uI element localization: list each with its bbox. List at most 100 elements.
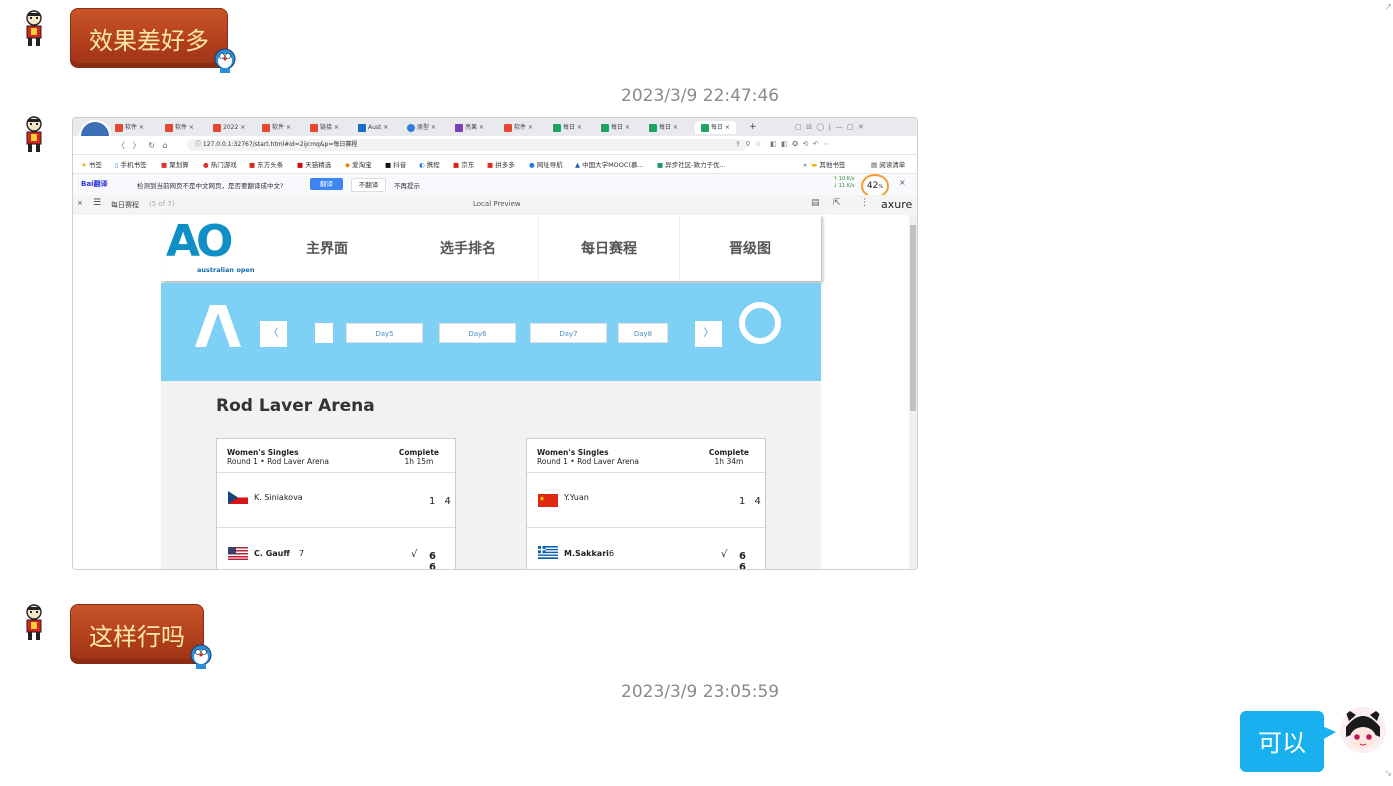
bookmark-item[interactable]: ■ 东方头条 xyxy=(249,159,283,169)
bookmark-item[interactable]: ▲ 中国大学MOOC(慕... xyxy=(575,159,644,169)
bookmark-item[interactable]: ◆ 爱淘宝 xyxy=(345,159,372,169)
nav-bracket[interactable]: 晋级图 xyxy=(729,238,771,258)
bookmark-item[interactable]: » ▬ 其他书签 xyxy=(803,159,845,169)
nav-buttons-icon[interactable]: 〈 〉 ↻ ⌂ xyxy=(117,140,168,151)
bookmark-item[interactable]: ★ 书签 xyxy=(81,159,102,169)
csdn-icon xyxy=(115,123,123,132)
player-seed: 7 xyxy=(299,549,305,558)
match-duration: 1h 15m xyxy=(404,457,434,466)
translate-button[interactable]: 翻译 xyxy=(310,178,343,190)
bookmark-item[interactable]: ● 热门游戏 xyxy=(203,159,237,169)
bookmark-item[interactable]: ● 网址导航 xyxy=(529,159,563,169)
day-button[interactable]: Day8 xyxy=(618,323,668,343)
match-card[interactable]: Women's Singles Round 1 • Rod Laver Arena… xyxy=(216,438,456,570)
bookmark-item[interactable]: ■ 抖音 xyxy=(385,159,406,169)
match-event: Women's Singles xyxy=(537,448,609,457)
player-score: 6 6 xyxy=(429,551,439,570)
translate-bar: Bai翻译 检测到当前网页不是中文网页，是否要翻译成中文? 翻译 不翻译 不再提… xyxy=(73,174,917,198)
menu-icon[interactable]: ☰ xyxy=(93,198,101,208)
no-translate-button[interactable]: 不翻译 xyxy=(351,178,386,192)
share-icon[interactable]: ⇱ xyxy=(833,198,841,208)
prev-day-button[interactable]: 〈 xyxy=(260,321,287,347)
player-score: 1 4 xyxy=(739,496,764,507)
screenshot-image-message[interactable]: 软件 × 软件 × 2022 × 软件 × 链接 × Aust × 原型 × 亮… xyxy=(72,117,918,570)
bookmark-item[interactable]: ◐ 携程 xyxy=(419,159,440,169)
browser-tab[interactable]: 软件 × xyxy=(262,121,291,134)
baidu-translate-logo: Bai翻译 xyxy=(81,180,108,188)
browser-tab[interactable]: 亮果 × xyxy=(455,121,484,134)
ao-logo-subtitle: australian open xyxy=(197,266,255,274)
bookmark-item[interactable]: ■ 拼多多 xyxy=(487,159,515,169)
close-icon[interactable]: × xyxy=(899,178,906,187)
message-bubble[interactable]: 效果差好多 xyxy=(70,8,228,68)
next-day-button[interactable]: 〉 xyxy=(695,321,722,347)
usa-flag-icon xyxy=(228,547,248,560)
browser-tab[interactable]: 2022 × xyxy=(213,121,245,134)
browser-tab[interactable]: 链接 × xyxy=(310,121,339,134)
csdn-icon xyxy=(310,123,318,132)
my-message-bubble[interactable]: 可以 xyxy=(1240,711,1324,772)
browser-tab[interactable]: 软件 × xyxy=(115,121,144,134)
sender-avatar[interactable] xyxy=(23,604,45,642)
bookmark-item[interactable]: ■ 异步社区-致力于优... xyxy=(657,159,726,169)
close-sidebar-icon[interactable]: × xyxy=(77,199,83,207)
scroll-down-icon[interactable]: ↘ xyxy=(1384,768,1392,779)
browser-tab[interactable]: 每日 × xyxy=(601,121,630,134)
browser-tab[interactable]: 软件 × xyxy=(165,121,194,134)
notes-icon[interactable]: ▤ xyxy=(811,198,820,208)
axure-page-count: (5 of 7) xyxy=(149,200,175,208)
bookmark-item[interactable]: ▯ 手机书签 xyxy=(115,159,147,169)
bookmark-item[interactable]: ▤ 阅读清单 xyxy=(871,159,905,169)
nav-rankings[interactable]: 选手排名 xyxy=(440,238,496,258)
my-avatar[interactable] xyxy=(1340,707,1386,753)
scrollbar-thumb[interactable] xyxy=(910,225,916,411)
ao-logo[interactable]: AO xyxy=(166,219,233,265)
bookmark-item[interactable]: ■ 天猫精选 xyxy=(297,159,331,169)
browser-tab[interactable]: 软件 × xyxy=(504,121,533,134)
window-controls-icon[interactable]: ▢ ⊟ ◯ | — ▢ ✕ xyxy=(795,121,864,134)
axure-page-icon xyxy=(701,123,709,132)
ao-o-shape-icon xyxy=(739,302,781,344)
day-button[interactable]: Day6 xyxy=(439,323,516,343)
more-icon[interactable]: ⋮ xyxy=(860,198,869,208)
message-bubble[interactable]: 这样行吗 xyxy=(70,604,204,664)
sender-avatar[interactable] xyxy=(23,116,45,154)
match-duration: 1h 34m xyxy=(714,457,744,466)
sender-avatar[interactable] xyxy=(23,10,45,48)
winner-check: √ xyxy=(721,549,731,560)
csdn-icon xyxy=(262,123,270,132)
day-button[interactable]: Day7 xyxy=(530,323,607,343)
browser-tab[interactable]: Aust × xyxy=(358,121,388,134)
bookmark-item[interactable]: ■ 聚划算 xyxy=(161,159,189,169)
site-header: AO australian open 主界面 选手排名 每日赛程 晋级图 xyxy=(161,215,821,281)
csdn-icon xyxy=(213,123,221,132)
never-show-button[interactable]: 不再提示 xyxy=(394,180,420,190)
axure-page-icon xyxy=(601,123,609,132)
nav-home[interactable]: 主界面 xyxy=(306,238,348,258)
scroll-up-icon[interactable]: ↗ xyxy=(1384,2,1392,13)
anime-character-icon xyxy=(1340,707,1386,753)
address-actions-icon[interactable]: ⇪ ⚲ ☆ ◧ ◧ ✪ ⟲ ↶ ⋯ xyxy=(735,140,830,148)
arena-title: Rod Laver Arena xyxy=(216,396,375,416)
browser-tab-strip: 软件 × 软件 × 2022 × 软件 × 链接 × Aust × 原型 × 亮… xyxy=(73,118,917,152)
csdn-icon xyxy=(165,123,173,132)
day-button[interactable]: Day5 xyxy=(346,323,423,343)
match-round: Round 1 • Rod Laver Arena xyxy=(227,457,329,466)
nav-schedule[interactable]: 每日赛程 xyxy=(581,238,637,258)
url-input[interactable]: ⓘ 127.0.0.1:32767/start.html#id=2ijcmq&p… xyxy=(187,139,747,151)
browser-tab[interactable]: 每日 × xyxy=(649,121,678,134)
axure-page-name: 每日赛程 xyxy=(111,201,139,209)
scrollbar-track[interactable] xyxy=(909,215,917,569)
match-status: Complete xyxy=(708,448,749,457)
browser-tab[interactable]: 每日 × xyxy=(553,121,582,134)
bookmark-item[interactable]: ■ 京东 xyxy=(453,159,474,169)
player-name: K. Siniakova xyxy=(254,493,303,502)
match-card[interactable]: Women's Singles Round 1 • Rod Laver Arena… xyxy=(526,438,766,569)
browser-tab-active[interactable]: 每日 × xyxy=(695,121,736,134)
player-name: M.Sakkari xyxy=(564,549,609,558)
browser-tab[interactable]: 原型 × xyxy=(407,121,436,134)
star-icon xyxy=(455,123,463,132)
new-tab-button[interactable]: + xyxy=(749,121,757,134)
day-button-partial[interactable] xyxy=(315,323,333,343)
translate-message: 检测到当前网页不是中文网页，是否要翻译成中文? xyxy=(137,182,284,190)
